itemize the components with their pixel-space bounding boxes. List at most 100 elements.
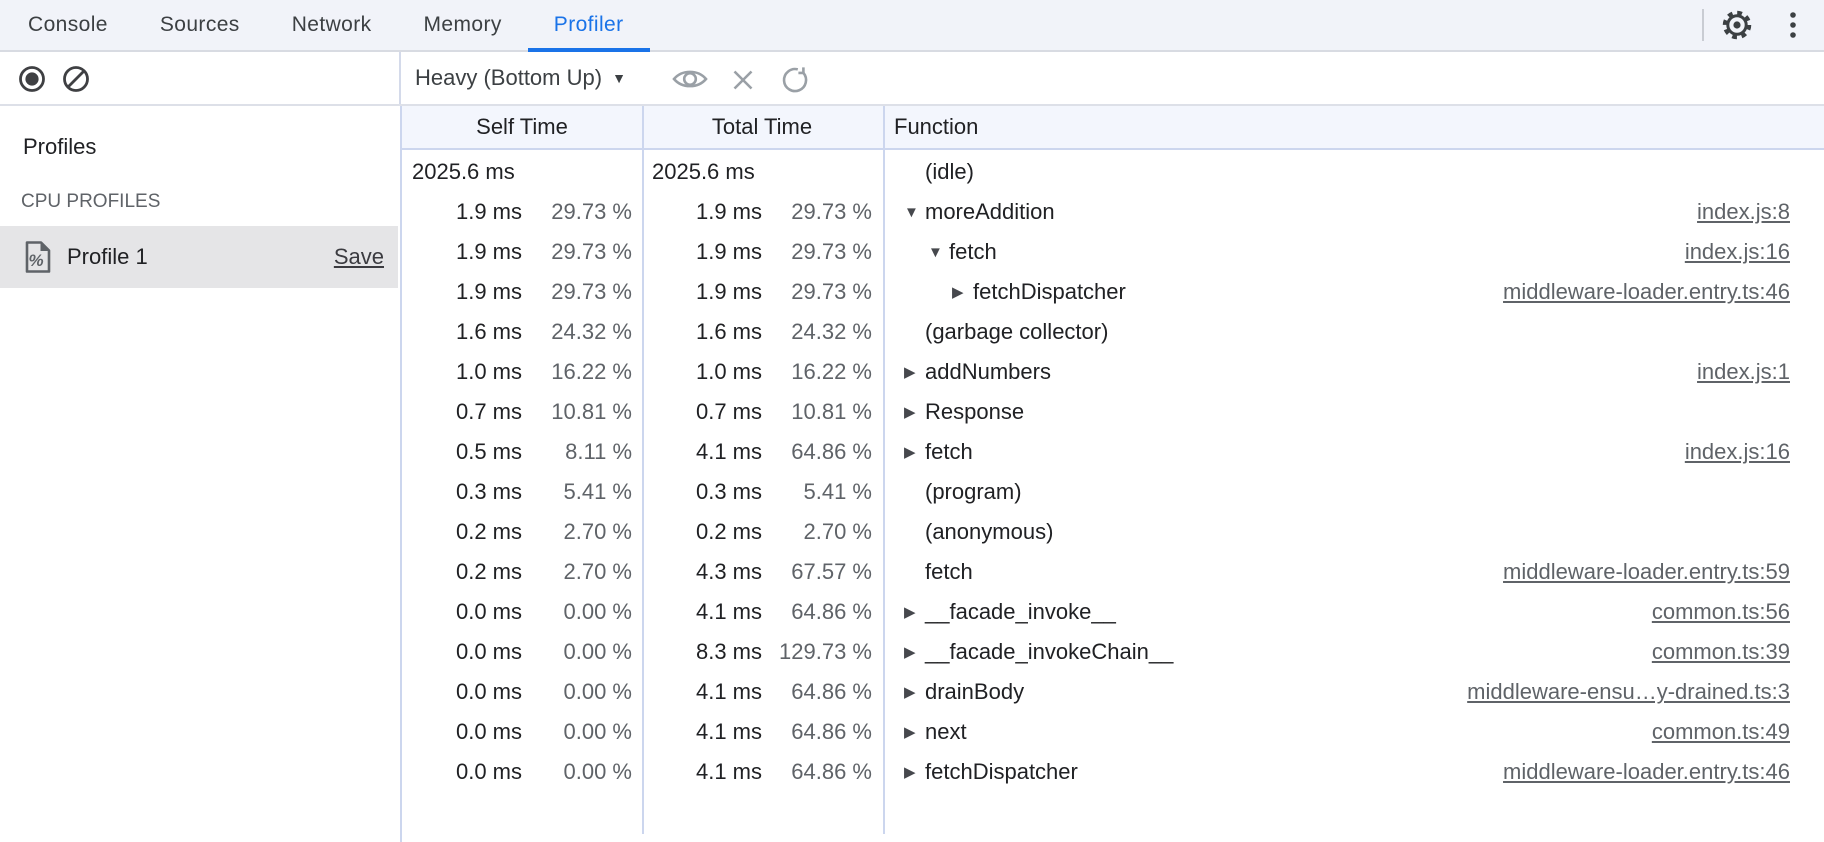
profile-view-select[interactable]: Heavy (Bottom Up) ▼	[415, 52, 626, 104]
profiles-sidebar: Profiles CPU PROFILES % Profile 1 Save	[0, 106, 402, 842]
exclude-x-icon[interactable]	[731, 68, 755, 92]
self-time-pct: 0.00 %	[522, 599, 632, 625]
table-row[interactable]: 0.3 ms5.41 %0.3 ms5.41 %(program)	[402, 472, 1824, 512]
function-cell: ▶__facade_invokeChain__common.ts:39	[884, 639, 1824, 665]
self-time-cell: 0.2 ms2.70 %	[402, 519, 642, 545]
tab-network[interactable]: Network	[266, 0, 398, 50]
total-time-pct: 10.81 %	[762, 399, 872, 425]
tab-label: Profiler	[554, 13, 624, 37]
self-time-pct: 2.70 %	[522, 519, 632, 545]
source-link[interactable]: middleware-loader.entry.ts:59	[1503, 559, 1824, 585]
source-link[interactable]: common.ts:49	[1652, 719, 1824, 745]
tab-console[interactable]: Console	[2, 0, 134, 50]
total-time-ms: 1.6 ms	[642, 319, 762, 345]
function-name: (program)	[925, 479, 1022, 505]
self-time-ms: 0.0 ms	[402, 599, 522, 625]
source-link[interactable]: middleware-loader.entry.ts:46	[1503, 279, 1824, 305]
restore-refresh-icon[interactable]	[779, 65, 810, 95]
clear-profiles-icon[interactable]	[62, 65, 90, 93]
function-cell: ▼fetchindex.js:16	[884, 239, 1824, 265]
table-row[interactable]: 0.0 ms0.00 %8.3 ms129.73 %▶__facade_invo…	[402, 632, 1824, 672]
table-row[interactable]: 0.0 ms0.00 %4.1 ms64.86 %▶drainBodymiddl…	[402, 672, 1824, 712]
total-time-cell: 4.3 ms67.57 %	[642, 559, 884, 585]
table-row[interactable]: 1.6 ms24.32 %1.6 ms24.32 %(garbage colle…	[402, 312, 1824, 352]
expand-arrow-icon[interactable]: ▶	[952, 285, 973, 300]
expand-arrow-icon[interactable]: ▶	[904, 605, 925, 620]
function-cell: ▶next common.ts:49	[884, 719, 1824, 745]
table-row[interactable]: 2025.6 ms2025.6 ms(idle)	[402, 152, 1824, 192]
function-name: Response	[925, 399, 1024, 425]
total-time-cell: 1.9 ms29.73 %	[642, 279, 884, 305]
total-time-cell: 0.7 ms10.81 %	[642, 399, 884, 425]
table-row[interactable]: 0.7 ms10.81 %0.7 ms10.81 %▶Response	[402, 392, 1824, 432]
save-profile-link[interactable]: Save	[334, 244, 384, 270]
self-time-ms: 1.6 ms	[402, 319, 522, 345]
total-time-ms: 1.9 ms	[642, 239, 762, 265]
expand-arrow-icon[interactable]: ▶	[904, 645, 925, 660]
total-time-ms: 4.1 ms	[642, 719, 762, 745]
table-row[interactable]: 1.9 ms29.73 %1.9 ms29.73 %▼moreAdditioni…	[402, 192, 1824, 232]
self-time-ms: 1.9 ms	[402, 279, 522, 305]
collapse-arrow-icon[interactable]: ▼	[928, 245, 949, 260]
source-link[interactable]: index.js:16	[1685, 239, 1824, 265]
tabbar-divider	[1702, 9, 1704, 41]
function-name: __facade_invoke__	[925, 599, 1116, 625]
table-row[interactable]: 1.9 ms29.73 %1.9 ms29.73 %▶fetchDispatch…	[402, 272, 1824, 312]
column-header-self-time[interactable]: Self Time	[402, 114, 642, 140]
expand-arrow-icon[interactable]: ▶	[904, 405, 925, 420]
expand-arrow-icon[interactable]: ▶	[904, 445, 925, 460]
function-name: next	[925, 719, 967, 745]
source-link[interactable]: common.ts:39	[1652, 639, 1824, 665]
focus-eye-icon[interactable]	[671, 67, 709, 91]
tab-sources[interactable]: Sources	[134, 0, 266, 50]
total-time-cell: 0.2 ms2.70 %	[642, 519, 884, 545]
collapse-arrow-icon[interactable]: ▼	[904, 205, 925, 220]
table-row[interactable]: 0.2 ms2.70 %0.2 ms2.70 %(anonymous)	[402, 512, 1824, 552]
total-time-cell: 1.9 ms29.73 %	[642, 239, 884, 265]
source-link[interactable]: middleware-loader.entry.ts:46	[1503, 759, 1824, 785]
table-row[interactable]: 0.0 ms0.00 %4.1 ms64.86 %▶__facade_invok…	[402, 592, 1824, 632]
table-row[interactable]: 0.0 ms0.00 %4.1 ms64.86 %▶fetchDispatche…	[402, 752, 1824, 792]
self-time-pct: 0.00 %	[522, 679, 632, 705]
expand-arrow-icon[interactable]: ▶	[904, 365, 925, 380]
self-time-ms: 1.9 ms	[402, 199, 522, 225]
table-row[interactable]: 0.2 ms2.70 %4.3 ms67.57 %fetchmiddleware…	[402, 552, 1824, 592]
column-header-total-time[interactable]: Total Time	[642, 114, 882, 140]
record-icon[interactable]	[18, 65, 46, 93]
sidebar-item-profile-1[interactable]: % Profile 1 Save	[0, 226, 398, 288]
table-row[interactable]: 0.0 ms0.00 %4.1 ms64.86 %▶nextcommon.ts:…	[402, 712, 1824, 752]
expand-arrow-icon[interactable]: ▶	[904, 765, 925, 780]
tab-label: Memory	[424, 13, 502, 37]
source-link[interactable]: index.js:1	[1697, 359, 1824, 385]
table-row[interactable]: 1.9 ms29.73 %1.9 ms29.73 %▼fetchindex.js…	[402, 232, 1824, 272]
source-link[interactable]: middleware-ensu…y-drained.ts:3	[1467, 679, 1824, 705]
tab-memory[interactable]: Memory	[398, 0, 528, 50]
table-row[interactable]: 1.0 ms16.22 %1.0 ms16.22 %▶addNumbersind…	[402, 352, 1824, 392]
source-link[interactable]: index.js:8	[1697, 199, 1824, 225]
source-link[interactable]: index.js:16	[1685, 439, 1824, 465]
self-time-pct: 24.32 %	[522, 319, 632, 345]
self-time-cell: 0.0 ms0.00 %	[402, 679, 642, 705]
total-time-pct: 29.73 %	[762, 199, 872, 225]
settings-gear-icon[interactable]	[1720, 8, 1754, 42]
cpu-profiles-heading: CPU PROFILES	[21, 191, 160, 213]
self-time-cell: 1.9 ms29.73 %	[402, 239, 642, 265]
self-time-pct: 16.22 %	[522, 359, 632, 385]
total-time-ms: 1.9 ms	[642, 199, 762, 225]
table-row[interactable]: 0.5 ms8.11 %4.1 ms64.86 %▶fetchindex.js:…	[402, 432, 1824, 472]
more-options-icon[interactable]	[1789, 11, 1797, 39]
self-time-cell: 0.0 ms0.00 %	[402, 719, 642, 745]
column-header-function[interactable]: Function	[882, 114, 1824, 140]
self-time-ms: 0.0 ms	[402, 759, 522, 785]
function-cell: ▶drainBodymiddleware-ensu…y-drained.ts:3	[884, 679, 1824, 705]
expand-arrow-icon[interactable]: ▶	[904, 685, 925, 700]
total-time-cell: 1.6 ms24.32 %	[642, 319, 884, 345]
function-cell: ▼moreAdditionindex.js:8	[884, 199, 1824, 225]
total-time-ms: 4.1 ms	[642, 759, 762, 785]
self-time-cell: 0.0 ms0.00 %	[402, 599, 642, 625]
function-name: fetchDispatcher	[973, 279, 1126, 305]
tab-profiler[interactable]: Profiler	[528, 0, 650, 50]
sidebar-title: Profiles	[23, 134, 96, 160]
expand-arrow-icon[interactable]: ▶	[904, 725, 925, 740]
source-link[interactable]: common.ts:56	[1652, 599, 1824, 625]
